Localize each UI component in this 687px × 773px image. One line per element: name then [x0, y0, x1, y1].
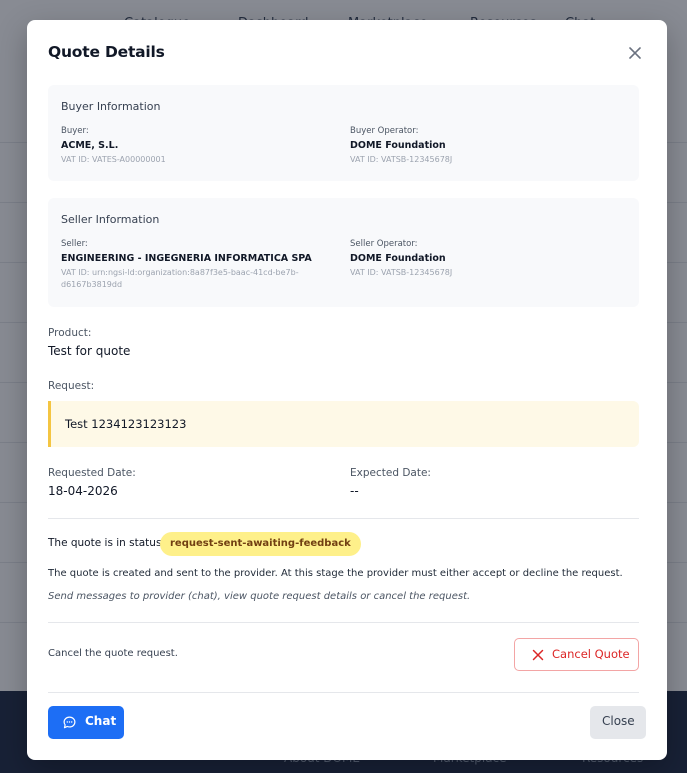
chat-button[interactable]: Chat — [48, 706, 124, 739]
buyer-column: Buyer: ACME, S.L. VAT ID: VATES-A0000000… — [61, 126, 331, 166]
seller-operator-vat: VAT ID: VATSB-12345678J — [350, 268, 453, 277]
close-button[interactable]: Close — [590, 706, 646, 739]
seller-operator-column: Seller Operator: DOME Foundation VAT ID:… — [350, 239, 620, 279]
section-divider — [48, 622, 639, 623]
chat-bubble-icon — [63, 716, 76, 729]
seller-label: Seller: — [61, 239, 88, 249]
footer-divider — [48, 692, 639, 693]
cancel-quote-label: Cancel Quote — [552, 647, 630, 661]
close-icon — [532, 649, 544, 661]
seller-vat: VAT ID: urn:ngsi-ld:organization:8a87f3e… — [61, 268, 299, 289]
buyer-label: Buyer: — [61, 126, 89, 136]
status-prefix: The quote is in status: — [48, 537, 165, 549]
request-box: Test 1234123123123 — [48, 401, 639, 447]
cancel-description: Cancel the quote request. — [48, 648, 178, 659]
expected-date-label: Expected Date: — [350, 467, 431, 479]
cancel-quote-button[interactable]: Cancel Quote — [514, 638, 639, 671]
product-label: Product: — [48, 327, 92, 339]
status-badge: request-sent-awaiting-feedback — [160, 532, 361, 556]
modal-title: Quote Details — [48, 43, 165, 61]
request-value: Test 1234123123123 — [65, 417, 187, 431]
seller-information-card: Seller Information Seller: ENGINEERING -… — [48, 198, 639, 307]
seller-column: Seller: ENGINEERING - INGEGNERIA INFORMA… — [61, 239, 331, 291]
close-label: Close — [602, 714, 635, 728]
quote-details-modal: Quote Details Buyer Information Buyer: A… — [27, 20, 667, 760]
requested-date-value: 18-04-2026 — [48, 484, 118, 498]
seller-operator-label: Seller Operator: — [350, 239, 418, 249]
buyer-name: ACME, S.L. — [61, 140, 119, 151]
product-value: Test for quote — [48, 344, 131, 358]
buyer-section-title: Buyer Information — [61, 100, 161, 113]
buyer-operator-name: DOME Foundation — [350, 140, 446, 151]
status-hint: Send messages to provider (chat), view q… — [48, 591, 471, 602]
requested-date-label: Requested Date: — [48, 467, 136, 479]
buyer-operator-column: Buyer Operator: DOME Foundation VAT ID: … — [350, 126, 620, 166]
seller-operator-name: DOME Foundation — [350, 253, 446, 264]
request-label: Request: — [48, 380, 95, 392]
seller-name: ENGINEERING - INGEGNERIA INFORMATICA SPA — [61, 253, 312, 264]
status-description: The quote is created and sent to the pro… — [48, 568, 623, 579]
buyer-information-card: Buyer Information Buyer: ACME, S.L. VAT … — [48, 85, 639, 181]
expected-date-value: -- — [350, 484, 359, 498]
section-divider — [48, 518, 639, 519]
buyer-vat: VAT ID: VATES-A00000001 — [61, 155, 166, 164]
seller-section-title: Seller Information — [61, 213, 160, 226]
chat-label: Chat — [85, 714, 117, 728]
buyer-operator-vat: VAT ID: VATSB-12345678J — [350, 155, 453, 164]
buyer-operator-label: Buyer Operator: — [350, 126, 419, 136]
close-icon[interactable] — [627, 45, 643, 61]
